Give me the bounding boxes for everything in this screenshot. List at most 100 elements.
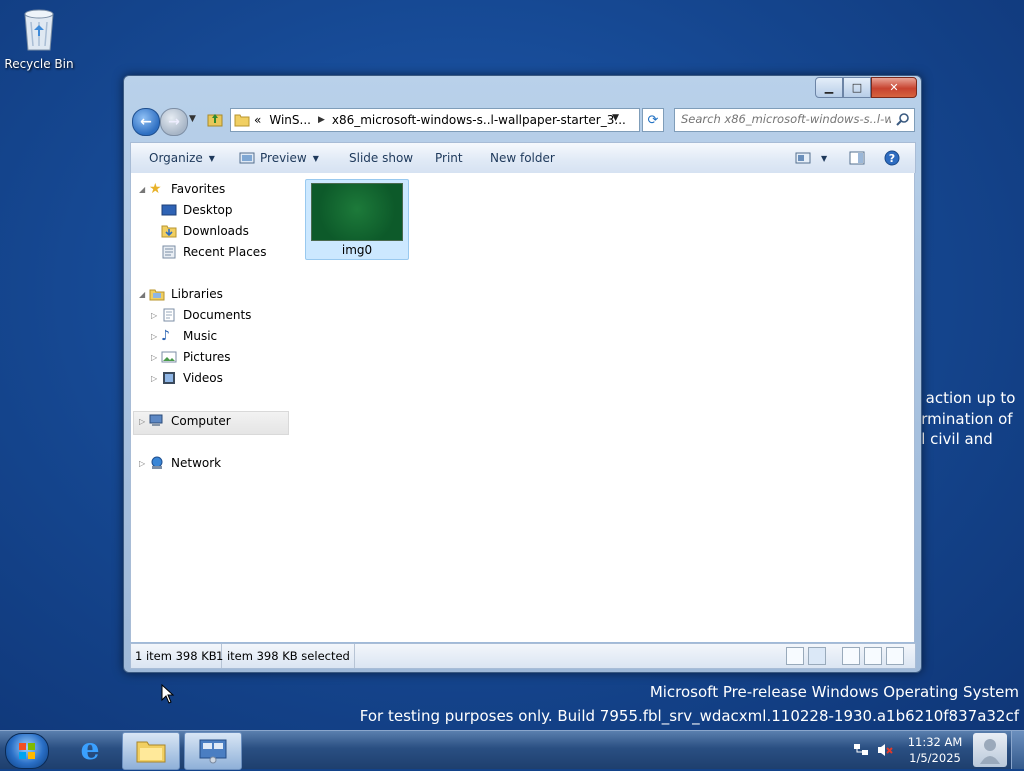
close-button[interactable]: ✕ — [871, 77, 917, 98]
show-desktop-button[interactable] — [1011, 731, 1024, 769]
nav-recent-places[interactable]: Recent Places — [161, 245, 266, 259]
search-icon[interactable] — [896, 112, 910, 126]
status-selection: 1 item 398 KB selected — [212, 644, 355, 668]
back-arrow-icon: ← — [140, 114, 152, 130]
nav-downloads-label: Downloads — [183, 224, 249, 238]
layout-pane-icon[interactable] — [842, 647, 860, 665]
nav-pictures-label: Pictures — [183, 350, 231, 364]
details-view-icon[interactable] — [786, 647, 804, 665]
recent-pages-dropdown[interactable]: ▼ — [189, 114, 196, 124]
collapsed-triangle-icon[interactable]: ▷ — [151, 332, 161, 341]
behind-text-line: al civil and — [912, 430, 993, 448]
status-view-switcher — [786, 647, 826, 665]
taskbar-control-panel[interactable] — [184, 732, 242, 770]
organize-menu[interactable]: Organize ▼ — [149, 143, 215, 173]
navigation-bar: ← → ▼ « WinS... ▶ x86_microsoft-windows-… — [130, 106, 915, 136]
new-folder-button[interactable]: New folder — [490, 143, 555, 173]
start-orb-icon — [19, 743, 35, 759]
start-button[interactable] — [5, 733, 49, 769]
search-box[interactable] — [674, 108, 915, 132]
address-segment-2[interactable]: x86_microsoft-windows-s..l-wallpaper-sta… — [328, 113, 630, 127]
address-dropdown-icon[interactable]: ▼ — [612, 113, 619, 123]
explorer-window: ▁ □ ✕ ← → ▼ « WinS... ▶ x86_microsoft-wi… — [123, 75, 922, 673]
nav-downloads[interactable]: Downloads — [161, 224, 249, 238]
nav-documents[interactable]: ▷ Documents — [151, 308, 251, 322]
pictures-icon — [161, 351, 177, 363]
status-item-count: 1 item 398 KB — [131, 644, 222, 668]
nav-pictures[interactable]: ▷ Pictures — [151, 350, 231, 364]
taskbar-windows-explorer[interactable] — [122, 732, 180, 770]
back-button[interactable]: ← — [132, 108, 160, 136]
chevron-down-icon: ▼ — [189, 114, 196, 124]
minimize-button[interactable]: ▁ — [815, 77, 843, 98]
print-button[interactable]: Print — [435, 143, 463, 173]
refresh-button[interactable]: ⟳ — [642, 108, 664, 132]
folder-up-icon[interactable] — [206, 111, 224, 129]
address-segment-1[interactable]: WinS... — [265, 113, 315, 127]
collapsed-triangle-icon[interactable]: ▷ — [139, 417, 149, 426]
recycle-bin-icon — [24, 9, 54, 51]
file-item-img0[interactable]: img0 — [305, 179, 409, 260]
forward-button[interactable]: → — [160, 108, 188, 136]
system-clock[interactable]: 11:32 AM 1/5/2025 — [900, 734, 970, 766]
thumbnails-view-icon[interactable] — [808, 647, 826, 665]
network-status-icon[interactable] — [852, 741, 870, 759]
help-button[interactable]: ? — [884, 143, 900, 173]
views-icon — [795, 152, 811, 164]
window-controls: ▁ □ ✕ — [815, 77, 917, 98]
maximize-icon: □ — [851, 81, 863, 94]
windows-explorer-icon — [136, 741, 166, 763]
nav-videos[interactable]: ▷ Videos — [151, 371, 223, 385]
nav-libraries[interactable]: ◢ Libraries — [139, 287, 223, 301]
organize-label: Organize — [149, 151, 203, 165]
change-view-button[interactable]: ▼ — [795, 143, 827, 173]
collapsed-triangle-icon[interactable]: ▷ — [151, 311, 161, 320]
chevron-down-icon: ▼ — [312, 153, 319, 163]
chevron-right-icon[interactable]: ▶ — [315, 115, 328, 125]
forward-arrow-icon: → — [168, 114, 180, 130]
nav-libraries-label: Libraries — [171, 287, 223, 301]
taskbar: e 11:32 AM 1/5/2025 — [0, 730, 1024, 770]
documents-icon — [163, 308, 175, 322]
expanded-triangle-icon[interactable]: ◢ — [139, 185, 149, 194]
collapsed-triangle-icon[interactable]: ▷ — [151, 353, 161, 362]
nav-network[interactable]: ▷ Network — [139, 456, 221, 470]
details-pane-icon[interactable] — [864, 647, 882, 665]
maximize-button[interactable]: □ — [843, 77, 871, 98]
internet-explorer-icon: e — [80, 732, 100, 767]
desktop-icon — [161, 204, 177, 216]
preview-pane-button[interactable] — [849, 143, 865, 173]
nav-music-label: Music — [183, 329, 218, 343]
address-prefix[interactable]: « — [250, 113, 265, 127]
nav-favorites[interactable]: ◢ ★ Favorites — [139, 182, 225, 196]
desktop-icon-recycle-bin[interactable]: Recycle Bin — [4, 6, 74, 71]
preview-pane-toggle-icon[interactable] — [886, 647, 904, 665]
collapsed-triangle-icon[interactable]: ▷ — [139, 459, 149, 468]
preview-menu[interactable]: Preview ▼ — [239, 143, 319, 173]
behind-text-line: ermination of — [912, 409, 1013, 428]
nav-computer[interactable]: ▷ Computer — [139, 414, 231, 428]
search-input[interactable] — [675, 109, 897, 129]
preview-icon — [239, 152, 255, 164]
nav-desktop[interactable]: Desktop — [161, 203, 233, 217]
collapsed-triangle-icon[interactable]: ▷ — [151, 374, 161, 383]
nav-recent-places-label: Recent Places — [183, 245, 267, 259]
network-icon — [151, 456, 163, 469]
file-name: img0 — [341, 243, 373, 257]
expanded-triangle-icon[interactable]: ◢ — [139, 290, 149, 299]
computer-icon — [149, 414, 163, 426]
user-button[interactable] — [973, 733, 1007, 767]
nav-desktop-label: Desktop — [183, 203, 233, 217]
chevron-down-icon: ▼ — [821, 153, 828, 163]
clock-date: 1/5/2025 — [909, 751, 961, 765]
slideshow-button[interactable]: Slide show — [349, 143, 413, 173]
nav-favorites-label: Favorites — [171, 182, 226, 196]
minimize-icon: ▁ — [824, 81, 834, 94]
watermark-line-2: For testing purposes only. Build 7955.fb… — [359, 707, 1019, 725]
nav-music[interactable]: ▷ ♪ Music — [151, 329, 217, 343]
nav-documents-label: Documents — [183, 308, 252, 322]
nav-computer-label: Computer — [171, 414, 231, 428]
address-bar[interactable]: « WinS... ▶ x86_microsoft-windows-s..l-w… — [230, 108, 640, 132]
taskbar-internet-explorer[interactable]: e — [62, 732, 118, 768]
volume-muted-icon[interactable] — [876, 741, 894, 759]
